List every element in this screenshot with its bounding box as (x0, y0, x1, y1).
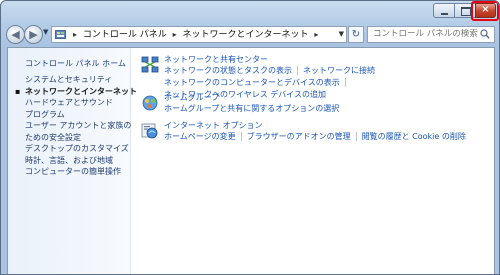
minimize-button[interactable] (433, 3, 455, 18)
breadcrumb-control-panel[interactable]: コントロール パネル (83, 30, 167, 40)
link-separator (240, 132, 242, 141)
breadcrumb-network-internet[interactable]: ネットワークとインターネット (183, 30, 309, 40)
search-icon (480, 29, 490, 39)
sidebar-item-user-accounts-line2[interactable]: ための安全設定 (25, 132, 135, 144)
link-separator (344, 78, 346, 87)
sidebar-item-appearance[interactable]: デスクトップのカスタマイズ (25, 143, 135, 155)
link-view-network-computers[interactable]: ネットワークのコンピューターとデバイスの表示 (164, 78, 340, 87)
breadcrumb-separator: ▸ (172, 30, 177, 39)
sidebar-item-hardware-sound[interactable]: ハードウェアとサウンド (25, 97, 135, 109)
address-bar[interactable]: ▸ コントロール パネル ▸ ネットワークとインターネット ▸ ▼ (51, 26, 347, 43)
category-links-internet-options: ホームページの変更 ブラウザーのアドオンの管理 閲覧の履歴と Cookie の削除 (164, 131, 499, 143)
sidebar-item-system-security[interactable]: システムとセキュリティ (25, 74, 135, 86)
search-input[interactable] (373, 29, 478, 39)
link-manage-addons[interactable]: ブラウザーのアドオンの管理 (247, 132, 351, 141)
category-links-homegroup: ホームグループと共有に関するオプションの選択 (164, 103, 499, 115)
close-button-highlight (471, 1, 499, 21)
breadcrumb-separator: ▸ (314, 30, 319, 39)
link-separator (297, 66, 298, 75)
refresh-icon: ↻ (351, 29, 361, 40)
link-view-network-status[interactable]: ネットワークの状態とタスクの表示 (164, 66, 292, 75)
internet-options-icon (141, 123, 158, 139)
recent-pages-dropdown[interactable]: ▼ (43, 28, 48, 36)
sidebar-home-link[interactable]: コントロール パネル ホーム (25, 58, 126, 69)
refresh-button[interactable]: ↻ (348, 26, 364, 43)
title-bar: × (1, 1, 499, 25)
category-title-network-sharing[interactable]: ネットワークと共有センター (164, 54, 268, 65)
sidebar-category-list: システムとセキュリティ ネットワークとインターネット ハードウェアとサウンド プ… (15, 74, 137, 178)
content-area: コントロール パネル ホーム システムとセキュリティ ネットワークとインターネッ… (7, 47, 496, 274)
homegroup-icon (142, 95, 158, 111)
category-title-internet-options[interactable]: インターネット オプション (164, 120, 263, 131)
address-dropdown-icon[interactable]: ▼ (339, 27, 344, 42)
link-connect-network[interactable]: ネットワークに接続 (303, 66, 375, 75)
link-delete-history-cookies[interactable]: 閲覧の履歴と Cookie の削除 (362, 132, 466, 141)
back-arrow-icon: ◀ (11, 28, 20, 41)
category-network-sharing: ネットワークと共有センター ネットワークの状態とタスクの表示 ネットワークに接続 … (136, 54, 496, 99)
forward-arrow-icon: ▶ (29, 28, 38, 41)
navigation-bar: ◀ ▶ ▼ ▸ コントロール パネル ▸ ネットワークとインターネット ▸ ▼ … (1, 25, 499, 47)
control-panel-icon (55, 30, 66, 39)
category-internet-options: インターネット オプション ホームページの変更 ブラウザーのアドオンの管理 閲覧の履… (136, 120, 496, 148)
forward-button[interactable]: ▶ (24, 25, 43, 44)
network-center-icon (141, 56, 159, 73)
breadcrumb-separator: ▸ (73, 30, 78, 39)
sidebar-item-clock-language[interactable]: 時計、言語、および地域 (25, 155, 135, 167)
search-box[interactable] (367, 26, 495, 43)
sidebar: コントロール パネル ホーム システムとセキュリティ ネットワークとインターネッ… (8, 48, 137, 274)
link-change-homepage[interactable]: ホームページの変更 (164, 132, 236, 141)
category-title-homegroup[interactable]: ホームグループ (164, 92, 219, 103)
breadcrumb: ▸ コントロール パネル ▸ ネットワークとインターネット ▸ (70, 27, 321, 43)
back-button[interactable]: ◀ (6, 25, 25, 44)
sidebar-item-user-accounts[interactable]: ユーザー アカウントと家族の (25, 120, 135, 132)
sidebar-item-programs[interactable]: プログラム (25, 109, 135, 121)
sidebar-item-ease-of-access[interactable]: コンピューターの簡単操作 (25, 166, 135, 178)
link-homegroup-options[interactable]: ホームグループと共有に関するオプションの選択 (164, 104, 339, 113)
control-panel-window: × ◀ ▶ ▼ ▸ コントロール パネル ▸ ネットワークとインターネット ▸ … (0, 0, 500, 275)
link-separator (355, 132, 357, 141)
category-homegroup: ホームグループ ホームグループと共有に関するオプションの選択 (136, 92, 496, 120)
sidebar-item-network-internet: ネットワークとインターネット (15, 86, 137, 98)
